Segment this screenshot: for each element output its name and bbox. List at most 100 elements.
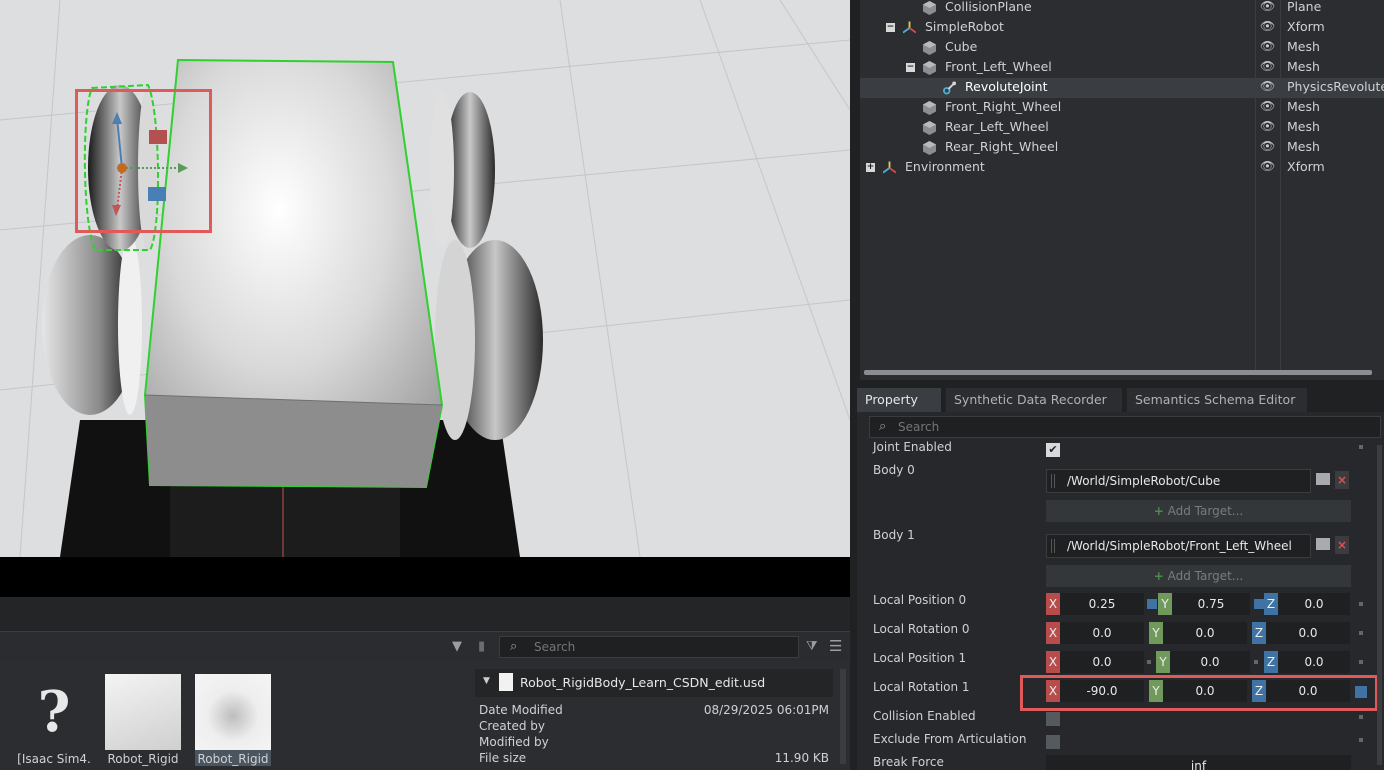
menu-icon[interactable]: ☰ <box>829 637 842 655</box>
reset-dot-icon[interactable] <box>1359 738 1363 742</box>
tree-row-front-left-wheel[interactable]: − Front_Left_Wheel 👁 Mesh <box>860 58 1384 78</box>
axis-x-label: X <box>1046 593 1060 615</box>
body0-path-field[interactable]: /World/SimpleRobot/Cube <box>1046 469 1311 493</box>
expand-icon[interactable]: + <box>866 163 875 172</box>
horizontal-scrollbar[interactable] <box>864 370 1372 375</box>
visibility-eye-icon[interactable]: 👁 <box>1260 19 1275 33</box>
exclude-articulation-checkbox[interactable] <box>1046 735 1060 749</box>
local-position-0-y-field[interactable]: 0.75 <box>1172 593 1250 615</box>
collapse-icon[interactable]: − <box>886 23 895 32</box>
reset-dot-icon[interactable] <box>1359 715 1363 719</box>
content-search-box[interactable]: ⌕ <box>499 636 799 658</box>
folder-icon[interactable] <box>1316 473 1330 485</box>
thumbnail-item[interactable]: Robot_Rigid <box>105 674 181 766</box>
visibility-eye-icon[interactable]: 👁 <box>1260 79 1275 93</box>
thumbnail-item[interactable]: ? [Isaac Sim4. <box>16 674 92 766</box>
search-icon: ⌕ <box>879 419 887 434</box>
mesh-cube-icon <box>923 41 936 55</box>
search-icon: ⌕ <box>510 639 518 654</box>
break-force-field[interactable]: inf <box>1046 755 1351 770</box>
visibility-eye-icon[interactable]: 👁 <box>1260 159 1275 173</box>
add-target-label: Add Target... <box>1167 504 1244 518</box>
date-modified-value: 08/29/2025 06:01PM <box>703 703 829 717</box>
filter-icon[interactable]: ⧩ <box>806 639 818 654</box>
file-info-panel: ▼ Robot_RigidBody_Learn_CSDN_edit.usd Da… <box>475 669 835 770</box>
thumbnail-grid: ? [Isaac Sim4. Robot_Rigid Robot_Rigid <box>0 669 465 770</box>
link-dot-icon[interactable] <box>1254 660 1258 664</box>
local-rotation-0-vector: X 0.0 Y 0.0 Z 0.0 <box>1046 622 1356 644</box>
gizmo-highlight-box <box>75 89 212 233</box>
content-search-input[interactable] <box>534 639 789 655</box>
local-rotation-0-label: Local Rotation 0 <box>873 622 970 636</box>
add-target-button[interactable]: + Add Target... <box>1046 565 1351 587</box>
mesh-cube-icon <box>923 61 936 75</box>
tree-row-revolutejoint[interactable]: RevoluteJoint 👁 PhysicsRevolute <box>860 78 1384 98</box>
visibility-eye-icon[interactable]: 👁 <box>1260 99 1275 113</box>
local-rotation-0-y-field[interactable]: 0.0 <box>1163 622 1247 644</box>
visibility-eye-icon[interactable]: 👁 <box>1260 139 1275 153</box>
tab-semantics-schema-editor[interactable]: Semantics Schema Editor <box>1127 388 1307 412</box>
visibility-eye-icon[interactable]: 👁 <box>1260 39 1275 53</box>
viewport-3d[interactable] <box>0 0 850 597</box>
tab-synthetic-data-recorder[interactable]: Synthetic Data Recorder <box>946 388 1122 412</box>
mesh-cube-icon <box>923 141 936 155</box>
scene-preview-image <box>195 674 271 750</box>
tree-row-rear-left-wheel[interactable]: Rear_Left_Wheel 👁 Mesh <box>860 118 1384 138</box>
reset-dot-icon[interactable] <box>1359 602 1363 606</box>
tree-type: PhysicsRevolute <box>1287 79 1384 94</box>
thumbnail-item-selected[interactable]: Robot_Rigid <box>195 674 271 766</box>
property-panel: Property Synthetic Data Recorder Semanti… <box>857 385 1384 770</box>
collapse-arrow-icon[interactable]: ▼ <box>483 676 490 686</box>
vertical-scrollbar[interactable] <box>1377 445 1382 765</box>
tree-row-simplerobot[interactable]: − SimpleRobot 👁 Xform <box>860 18 1384 38</box>
unknown-file-icon: ? <box>16 674 92 750</box>
file-info-header[interactable]: ▼ Robot_RigidBody_Learn_CSDN_edit.usd <box>475 669 833 697</box>
axis-x-label: X <box>1046 651 1060 673</box>
local-position-1-x-field[interactable]: 0.0 <box>1060 651 1144 673</box>
tree-type: Mesh <box>1287 139 1320 154</box>
local-position-0-z-field[interactable]: 0.0 <box>1278 593 1350 615</box>
dropdown-arrow-icon[interactable]: ▼ <box>452 639 462 654</box>
axis-z-label: Z <box>1264 593 1278 615</box>
link-dot-icon[interactable] <box>1147 660 1151 664</box>
tree-type: Xform <box>1287 159 1325 174</box>
remove-target-icon[interactable]: × <box>1335 536 1349 554</box>
tree-row-collisionplane[interactable]: CollisionPlane 👁 Plane <box>860 0 1384 18</box>
tab-property[interactable]: Property <box>857 388 941 412</box>
reset-dot-icon[interactable] <box>1359 660 1363 664</box>
property-search-box[interactable]: ⌕ <box>869 416 1381 438</box>
add-target-button[interactable]: + Add Target... <box>1046 500 1351 522</box>
joint-enabled-checkbox[interactable]: ✔ <box>1046 443 1060 457</box>
bookmark-icon[interactable]: ▮ <box>478 639 485 654</box>
reset-dot-icon[interactable] <box>1359 445 1363 449</box>
tree-row-environment[interactable]: + Environment 👁 Xform <box>860 158 1384 178</box>
property-search-input[interactable] <box>898 419 1368 435</box>
body1-path-field[interactable]: /World/SimpleRobot/Front_Left_Wheel <box>1046 534 1311 558</box>
local-position-1-z-field[interactable]: 0.0 <box>1278 651 1350 673</box>
visibility-eye-icon[interactable]: 👁 <box>1260 59 1275 73</box>
tree-row-front-right-wheel[interactable]: Front_Right_Wheel 👁 Mesh <box>860 98 1384 118</box>
folder-icon[interactable] <box>1316 538 1330 550</box>
thumbnail-caption: Robot_Rigid <box>107 752 179 766</box>
tree-label: CollisionPlane <box>945 0 1032 14</box>
content-browser: ▼ ▮ ⌕ ⧩ ☰ ? [Isaac Sim4. Robot_Rigid Rob… <box>0 597 850 770</box>
axis-y-label: Y <box>1149 622 1163 644</box>
local-position-0-x-field[interactable]: 0.25 <box>1060 593 1144 615</box>
collision-enabled-checkbox[interactable] <box>1046 712 1060 726</box>
visibility-eye-icon[interactable]: 👁 <box>1260 0 1275 13</box>
tree-row-rear-right-wheel[interactable]: Rear_Right_Wheel 👁 Mesh <box>860 138 1384 158</box>
tree-row-cube[interactable]: Cube 👁 Mesh <box>860 38 1384 58</box>
add-target-label: Add Target... <box>1167 569 1244 583</box>
local-rotation-0-z-field[interactable]: 0.0 <box>1266 622 1350 644</box>
local-position-1-y-field[interactable]: 0.0 <box>1170 651 1250 673</box>
tree-label: Cube <box>945 39 978 54</box>
collapse-icon[interactable]: − <box>906 63 915 72</box>
link-toggle-icon[interactable] <box>1147 599 1157 609</box>
local-rotation-0-x-field[interactable]: 0.0 <box>1060 622 1144 644</box>
reset-dot-icon[interactable] <box>1359 631 1363 635</box>
visibility-eye-icon[interactable]: 👁 <box>1260 119 1275 133</box>
link-toggle-icon[interactable] <box>1254 599 1264 609</box>
tree-label: Front_Right_Wheel <box>945 99 1062 114</box>
vertical-scrollbar[interactable] <box>840 669 846 764</box>
remove-target-icon[interactable]: × <box>1335 471 1349 489</box>
